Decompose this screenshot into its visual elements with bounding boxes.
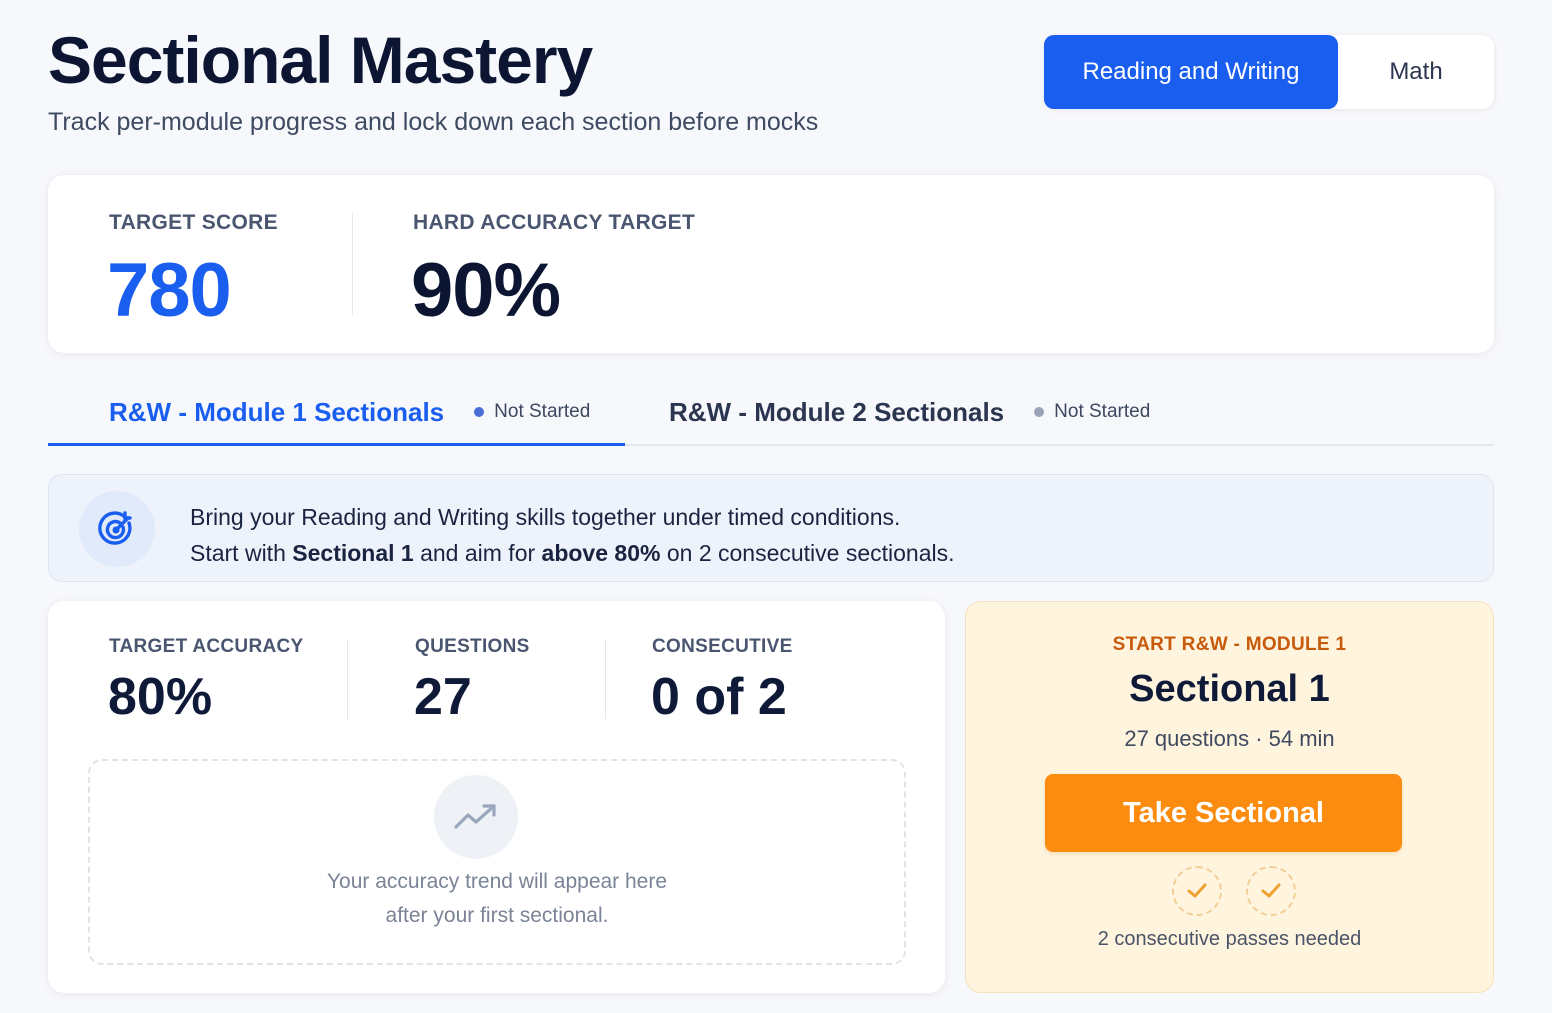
target-accuracy-label: TARGET ACCURACY <box>109 636 304 657</box>
banner-line-1: Bring your Reading and Writing skills to… <box>190 504 901 530</box>
page-subtitle: Track per-module progress and lock down … <box>48 108 819 136</box>
hard-accuracy-value: 90% <box>411 248 561 333</box>
tab-module-2[interactable]: R&W - Module 2 Sectionals Not Started <box>669 378 1150 446</box>
tab-module-1[interactable]: R&W - Module 1 Sectionals Not Started <box>109 378 590 446</box>
page-title: Sectional Mastery <box>48 23 593 97</box>
section-toggle: Reading and Writing Math <box>1044 35 1494 109</box>
sectional-meta: 27 questions · 54 min <box>1124 726 1335 751</box>
questions-value: 27 <box>414 668 472 726</box>
hard-accuracy-label: HARD ACCURACY TARGET <box>413 211 696 234</box>
status-dot-icon <box>474 407 485 417</box>
take-sectional-button[interactable]: Take Sectional <box>1045 774 1402 852</box>
tab-module-2-label: R&W - Module 2 Sectionals <box>669 396 1005 427</box>
pass-check-icon <box>1171 866 1222 916</box>
questions-label: QUESTIONS <box>415 636 530 657</box>
banner-line-2: Start with Sectional 1 and aim for above… <box>190 540 955 566</box>
accuracy-trend-placeholder: Your accuracy trend will appear here aft… <box>88 759 906 965</box>
banner-text: Bring your Reading and Writing skills to… <box>190 499 955 571</box>
target-score-label: TARGET SCORE <box>109 211 278 234</box>
active-tab-underline <box>48 443 625 446</box>
tab-module-2-status-text: Not Started <box>1054 401 1151 422</box>
targets-card: TARGET SCORE 780 HARD ACCURACY TARGET 90… <box>48 175 1494 353</box>
tab-module-1-status: Not Started <box>474 401 590 423</box>
target-accuracy-value: 80% <box>108 668 213 726</box>
consecutive-label: CONSECUTIVE <box>652 636 793 657</box>
passes-needed-text: 2 consecutive passes needed <box>1097 928 1362 950</box>
trending-up-icon <box>434 775 518 859</box>
stats-card: TARGET ACCURACY 80% QUESTIONS 27 CONSECU… <box>48 601 945 993</box>
status-dot-icon <box>1034 407 1045 417</box>
module-tabs: R&W - Module 1 Sectionals Not Started R&… <box>48 378 1494 446</box>
tab-module-2-status: Not Started <box>1034 401 1150 423</box>
consecutive-value: 0 of 2 <box>651 668 787 726</box>
start-sectional-card: START R&W - MODULE 1 Sectional 1 27 ques… <box>965 601 1494 993</box>
trend-placeholder-text: Your accuracy trend will appear here aft… <box>326 870 668 927</box>
page: Sectional Mastery Track per-module progr… <box>0 0 1552 1013</box>
pass-indicators <box>966 866 1493 916</box>
info-banner: Bring your Reading and Writing skills to… <box>48 474 1494 582</box>
pass-check-icon <box>1245 866 1296 916</box>
targets-divider <box>352 213 353 315</box>
tab-module-1-status-text: Not Started <box>494 401 591 422</box>
cta-eyebrow: START R&W - MODULE 1 <box>1112 634 1347 655</box>
toggle-math[interactable]: Math <box>1338 35 1494 109</box>
toggle-reading-writing[interactable]: Reading and Writing <box>1044 35 1338 109</box>
stats-divider <box>347 639 348 719</box>
sectional-title: Sectional 1 <box>1129 668 1330 710</box>
target-score-value: 780 <box>107 248 232 333</box>
stats-divider <box>605 639 606 719</box>
tab-module-1-label: R&W - Module 1 Sectionals <box>109 396 445 427</box>
target-icon <box>79 491 155 567</box>
